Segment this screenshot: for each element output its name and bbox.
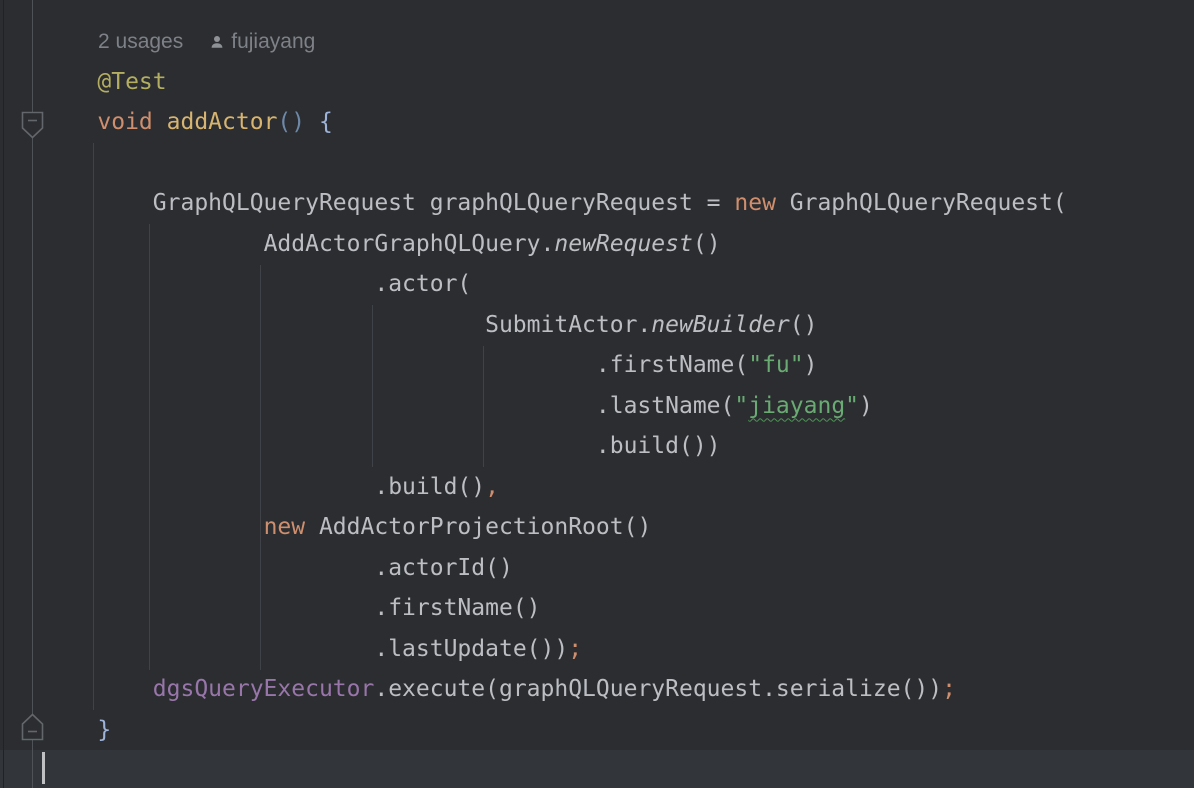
code-line-10[interactable]: .lastName("jiayang") xyxy=(42,386,1067,427)
indent xyxy=(42,595,374,621)
indent xyxy=(42,514,264,540)
code-line-4[interactable] xyxy=(42,143,1067,184)
indent xyxy=(42,555,374,581)
indent xyxy=(42,676,153,702)
fold-start-marker[interactable] xyxy=(21,111,44,139)
code-token: new xyxy=(264,514,306,540)
code-line-15[interactable]: .firstName() xyxy=(42,588,1067,629)
code-token: .execute(graphQLQueryRequest.serialize()… xyxy=(374,676,942,702)
fold-start-shape xyxy=(23,113,43,138)
indent xyxy=(42,190,153,216)
code-line-12[interactable]: .build(), xyxy=(42,467,1067,508)
indent xyxy=(42,312,485,338)
code-line-14[interactable]: .actorId() xyxy=(42,548,1067,589)
code-token: () xyxy=(693,231,721,257)
code-token: .build() xyxy=(374,474,485,500)
code-token: .lastUpdate()) xyxy=(374,636,568,662)
code-token: newRequest xyxy=(554,231,692,257)
code-line-3[interactable]: void addActor() { xyxy=(42,102,1067,143)
code-token: dgsQueryExecutor xyxy=(153,676,375,702)
indent xyxy=(42,109,97,135)
left-edge-separator xyxy=(3,0,4,788)
code-token: " xyxy=(734,393,748,419)
fold-end-marker[interactable] xyxy=(21,713,44,741)
indent xyxy=(42,474,374,500)
code-token: void xyxy=(97,109,152,135)
indent xyxy=(42,393,596,419)
code-line-6[interactable]: AddActorGraphQLQuery.newRequest() xyxy=(42,224,1067,265)
code-token: } xyxy=(97,717,111,743)
indent xyxy=(42,28,97,54)
code-line-8[interactable]: SubmitActor.newBuilder() xyxy=(42,305,1067,346)
code-token: ) xyxy=(859,393,873,419)
code-token: ; xyxy=(942,676,956,702)
code-token: jiayang xyxy=(748,393,845,419)
code-token: addActor xyxy=(167,109,278,135)
code-token: () xyxy=(277,109,305,135)
code-token: @Test xyxy=(97,69,166,95)
code-lines: @Test void addActor() { GraphQLQueryRequ… xyxy=(42,21,1067,788)
indent xyxy=(42,717,97,743)
code-line-2[interactable]: @Test xyxy=(42,62,1067,103)
code-token: .lastName( xyxy=(596,393,734,419)
indent xyxy=(42,231,264,257)
code-token: " xyxy=(845,393,859,419)
code-line-18[interactable]: } xyxy=(42,710,1067,751)
code-token: , xyxy=(485,474,499,500)
indent xyxy=(42,433,596,459)
code-token: GraphQLQueryRequest graphQLQueryRequest … xyxy=(153,190,735,216)
indent xyxy=(42,69,97,95)
indent xyxy=(42,636,374,662)
code-line-11[interactable]: .build()) xyxy=(42,426,1067,467)
code-token xyxy=(153,109,167,135)
indent xyxy=(42,271,374,297)
code-token: .build()) xyxy=(596,433,721,459)
code-token: .actor( xyxy=(374,271,471,297)
indent xyxy=(42,352,596,378)
code-editor[interactable]: 2 usages fujiayang @Test void addActor()… xyxy=(0,0,1194,788)
fold-end-shape xyxy=(23,715,43,740)
code-token: "fu" xyxy=(748,352,803,378)
code-line-7[interactable]: .actor( xyxy=(42,264,1067,305)
code-token: SubmitActor. xyxy=(485,312,651,338)
code-token: .firstName( xyxy=(596,352,748,378)
code-line-16[interactable]: .lastUpdate()); xyxy=(42,629,1067,670)
code-line-13[interactable]: new AddActorProjectionRoot() xyxy=(42,507,1067,548)
code-line-1[interactable] xyxy=(42,21,1067,62)
code-token: AddActorProjectionRoot() xyxy=(305,514,651,540)
code-token: .actorId() xyxy=(374,555,512,581)
code-line-5[interactable]: GraphQLQueryRequest graphQLQueryRequest … xyxy=(42,183,1067,224)
code-token: ) xyxy=(804,352,818,378)
code-line-9[interactable]: .firstName("fu") xyxy=(42,345,1067,386)
code-token: new xyxy=(734,190,776,216)
code-line-17[interactable]: dgsQueryExecutor.execute(graphQLQueryReq… xyxy=(42,669,1067,710)
code-token xyxy=(305,109,319,135)
code-token: { xyxy=(319,109,333,135)
code-line-19[interactable] xyxy=(42,750,1067,788)
code-token: newBuilder xyxy=(651,312,789,338)
text-caret xyxy=(42,752,45,784)
code-token: ; xyxy=(568,636,582,662)
code-token: .firstName() xyxy=(374,595,540,621)
code-token: GraphQLQueryRequest( xyxy=(776,190,1067,216)
code-token: () xyxy=(790,312,818,338)
code-token: AddActorGraphQLQuery. xyxy=(264,231,555,257)
